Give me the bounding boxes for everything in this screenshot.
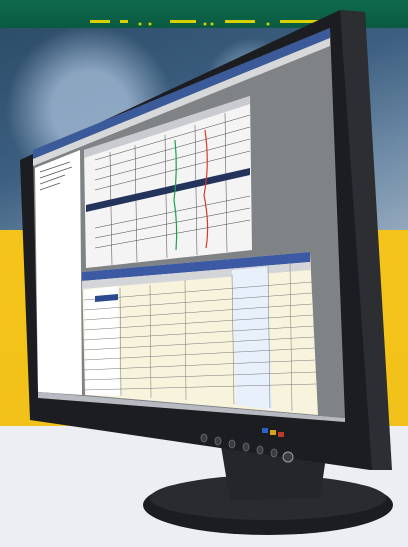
monitor-illustration: [20, 10, 393, 535]
power-button-icon[interactable]: [282, 451, 294, 463]
tree-pane: [35, 150, 82, 395]
